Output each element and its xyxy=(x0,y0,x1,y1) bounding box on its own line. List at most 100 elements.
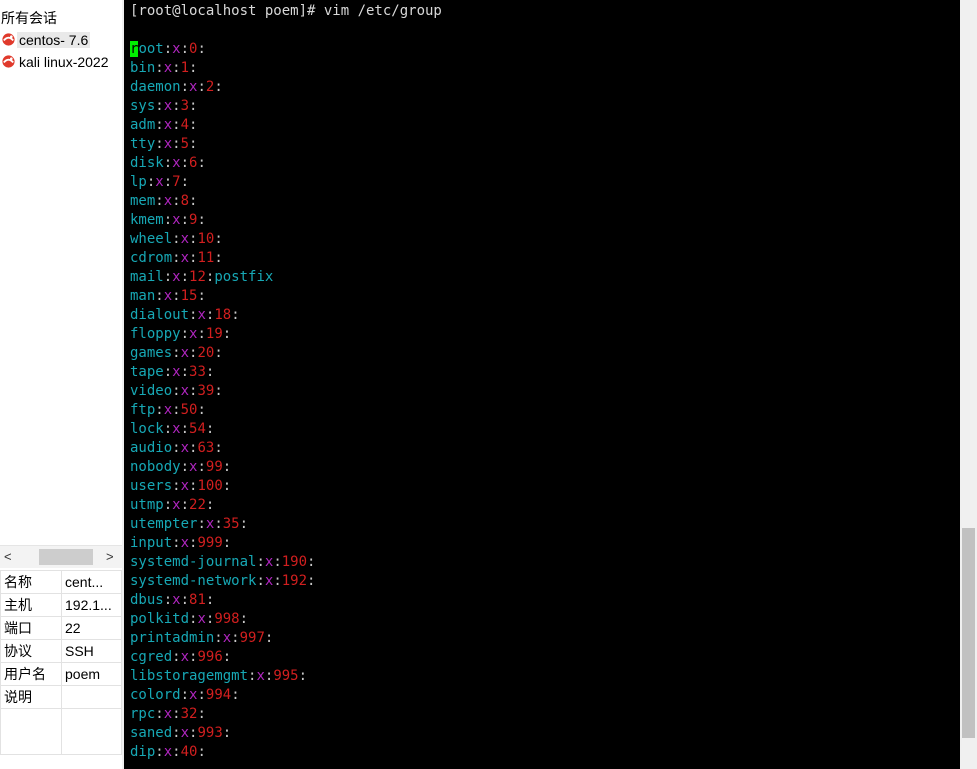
session-item-centos[interactable]: centos- 7.6 xyxy=(0,29,122,50)
group-line: root:x:0: xyxy=(130,40,206,59)
group-line: utmp:x:22: xyxy=(130,496,214,515)
field-separator: : xyxy=(180,459,190,475)
field-separator: : xyxy=(155,98,164,114)
group-name: dbus xyxy=(130,592,164,608)
group-id: 192 xyxy=(281,573,308,589)
group-id: 5 xyxy=(180,136,190,152)
group-password: x xyxy=(163,706,173,722)
field-separator: : xyxy=(189,98,198,114)
field-separator: : xyxy=(180,174,190,190)
group-line: man:x:15: xyxy=(130,287,206,306)
session-item-kali[interactable]: kali linux-2022 xyxy=(0,51,122,72)
group-password: x xyxy=(155,174,164,190)
field-separator: : xyxy=(214,79,223,95)
group-id: 7 xyxy=(172,174,181,190)
field-separator: : xyxy=(172,706,181,722)
group-password: x xyxy=(172,364,181,380)
group-id: 50 xyxy=(180,402,198,418)
scroll-right-icon[interactable]: > xyxy=(106,549,114,564)
field-separator: : xyxy=(172,725,181,741)
group-name: wheel xyxy=(130,231,173,247)
property-key-empty xyxy=(0,708,62,755)
field-separator: : xyxy=(222,649,232,665)
group-name: mail xyxy=(130,269,164,285)
group-line: ftp:x:50: xyxy=(130,401,206,420)
field-separator: : xyxy=(180,592,190,608)
group-password: x xyxy=(180,250,190,266)
field-separator: : xyxy=(273,573,282,589)
group-password: x xyxy=(172,421,181,437)
field-separator: : xyxy=(172,250,181,266)
property-key: 协议 xyxy=(0,639,62,663)
property-row-empty xyxy=(0,708,122,755)
field-separator: : xyxy=(231,630,240,646)
group-password: x xyxy=(163,288,173,304)
field-separator: : xyxy=(180,364,190,380)
group-line: lock:x:54: xyxy=(130,420,214,439)
group-id: 22 xyxy=(189,497,206,513)
group-name: video xyxy=(130,383,173,399)
group-name: games xyxy=(130,345,173,361)
group-name: root xyxy=(130,41,164,57)
field-separator: : xyxy=(189,136,198,152)
property-value: 22 xyxy=(61,616,122,640)
property-key: 主机 xyxy=(0,593,62,617)
field-separator: : xyxy=(180,326,190,342)
scrollbar-thumb[interactable] xyxy=(39,549,93,565)
group-password: x xyxy=(172,497,181,513)
group-id: 20 xyxy=(197,345,215,361)
group-password: x xyxy=(197,611,206,627)
group-line: systemd-network:x:192: xyxy=(130,572,315,591)
group-line: tty:x:5: xyxy=(130,135,197,154)
property-value xyxy=(61,685,122,709)
group-id: 190 xyxy=(281,554,308,570)
group-id: 18 xyxy=(214,307,232,323)
field-separator: : xyxy=(155,136,164,152)
field-separator: : xyxy=(189,193,198,209)
field-separator: : xyxy=(197,79,206,95)
field-separator: : xyxy=(172,98,181,114)
field-separator: : xyxy=(205,497,215,513)
group-name: systemd-journal xyxy=(130,554,257,570)
group-name: audio xyxy=(130,440,173,456)
group-name: colord xyxy=(130,687,181,703)
field-separator: : xyxy=(197,744,206,760)
group-password: x xyxy=(222,630,232,646)
group-id: 19 xyxy=(205,326,223,342)
group-line: mail:x:12:postfix xyxy=(130,268,273,287)
session-label: kali linux-2022 xyxy=(19,53,109,70)
session-horizontal-scrollbar[interactable]: < > xyxy=(0,545,122,568)
property-key: 端口 xyxy=(0,616,62,640)
group-name: lock xyxy=(130,421,164,437)
group-line: sys:x:3: xyxy=(130,97,197,116)
field-separator: : xyxy=(222,535,232,551)
terminal-vertical-scrollbar[interactable] xyxy=(960,0,977,769)
group-line: nobody:x:99: xyxy=(130,458,231,477)
group-id: 35 xyxy=(222,516,240,532)
field-separator: : xyxy=(172,60,181,76)
field-separator: : xyxy=(197,212,206,228)
field-separator: : xyxy=(214,345,223,361)
group-id: 3 xyxy=(180,98,190,114)
field-separator: : xyxy=(180,421,190,437)
session-properties-table: 名称 cent... 主机 192.1... 端口 22 协议 SSH 用户名 … xyxy=(0,570,122,755)
session-logo-icon xyxy=(0,32,16,48)
scroll-left-icon[interactable]: < xyxy=(4,549,12,564)
terminal-window[interactable]: [root@localhost poem]# vim /etc/group ro… xyxy=(124,0,960,769)
field-separator: : xyxy=(197,41,206,57)
group-line: adm:x:4: xyxy=(130,116,197,135)
field-separator: : xyxy=(172,402,181,418)
group-id: 100 xyxy=(197,478,223,494)
group-password: x xyxy=(180,535,190,551)
property-value: poem xyxy=(61,662,122,686)
field-separator: : xyxy=(155,60,164,76)
field-separator: : xyxy=(214,630,223,646)
group-id: 32 xyxy=(180,706,198,722)
group-name: input xyxy=(130,535,173,551)
field-separator: : xyxy=(155,706,164,722)
field-separator: : xyxy=(172,649,181,665)
group-password: x xyxy=(172,212,181,228)
field-separator: : xyxy=(197,402,206,418)
field-separator: : xyxy=(189,117,198,133)
scrollbar-thumb[interactable] xyxy=(962,528,975,738)
